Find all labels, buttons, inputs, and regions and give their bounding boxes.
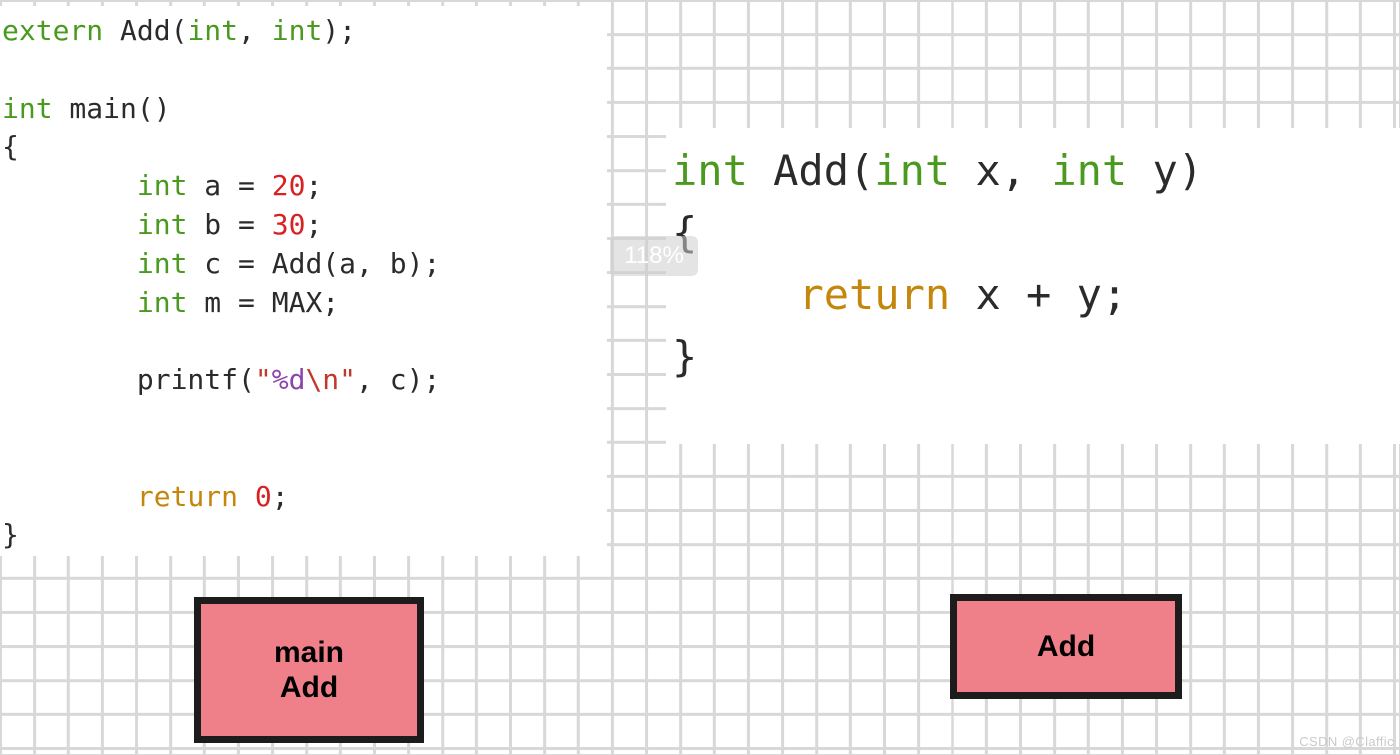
code-token: return [136, 479, 239, 513]
code-token: int [136, 285, 188, 319]
code-token: } [2, 518, 19, 552]
code-line: printf("%d\n", c); [2, 361, 440, 400]
code-token: x, [950, 146, 1052, 195]
code-token: x + y; [950, 270, 1128, 319]
code-token: b = [187, 207, 272, 241]
code-token: int [136, 207, 188, 241]
code-line: int a = 20; [2, 167, 440, 206]
code-token: %d [271, 363, 306, 397]
code-line: } [2, 516, 440, 555]
code-token: ; [271, 479, 289, 513]
box-label-line: Add [279, 671, 339, 704]
code-line: return 0; [2, 478, 440, 517]
code-token: Add( [747, 146, 875, 195]
code-line: } [672, 326, 1203, 388]
code-token: } [672, 332, 698, 381]
code-line: int c = Add(a, b); [2, 245, 440, 284]
code-token: 20 [271, 169, 306, 203]
code-token: { [2, 130, 19, 164]
code-token: c = Add(a, b); [187, 246, 441, 280]
screenshot-canvas: extern Add(int, int); int main(){ int a … [0, 0, 1400, 755]
code-token: int [874, 146, 951, 195]
code-line: int Add(int x, int y) [672, 140, 1203, 202]
code-line: int main() [2, 90, 440, 129]
code-token: extern [2, 14, 104, 47]
code-line: int b = 30; [2, 206, 440, 245]
code-line: return x + y; [672, 264, 1203, 326]
box-label-line: main [273, 635, 345, 669]
code-token: , [238, 14, 272, 47]
code-token: ; [305, 169, 323, 203]
code-token: return [798, 270, 951, 319]
stack-frame-box-add: Add [950, 594, 1182, 699]
code-token: int [187, 14, 239, 47]
code-token: int [1051, 146, 1128, 195]
code-token: , c); [356, 363, 441, 397]
code-token: int [136, 246, 188, 280]
code-line: { [2, 128, 440, 167]
csdn-watermark: CSDN @Claffic [1299, 734, 1394, 749]
code-line: extern Add(int, int); [2, 12, 440, 51]
box-label-line: Add [1036, 629, 1096, 663]
code-token: int [2, 91, 53, 125]
code-token: int [672, 146, 748, 195]
code-token: m = MAX; [187, 285, 340, 319]
code-line: { [672, 202, 1203, 264]
code-token: ); [322, 14, 357, 47]
zoom-level-badge[interactable]: 118% [610, 236, 698, 276]
right-code-listing: int Add(int x, int y){ return x + y;} [672, 140, 1203, 388]
code-token: printf( [2, 363, 255, 397]
code-token: int [271, 14, 323, 47]
code-token: y) [1127, 146, 1204, 195]
code-token: \n" [305, 363, 357, 397]
code-token: int [136, 169, 188, 203]
code-line: int m = MAX; [2, 284, 440, 323]
code-token: a = [187, 169, 272, 203]
code-token: Add( [103, 14, 188, 47]
code-token: 30 [271, 207, 306, 241]
code-token: main() [52, 91, 171, 125]
code-token: " [254, 363, 272, 397]
stack-frame-box-main: main Add [194, 597, 424, 743]
code-token: ; [305, 207, 323, 241]
code-token: 0 [254, 479, 272, 513]
left-code-listing: extern Add(int, int); int main(){ int a … [2, 12, 440, 555]
